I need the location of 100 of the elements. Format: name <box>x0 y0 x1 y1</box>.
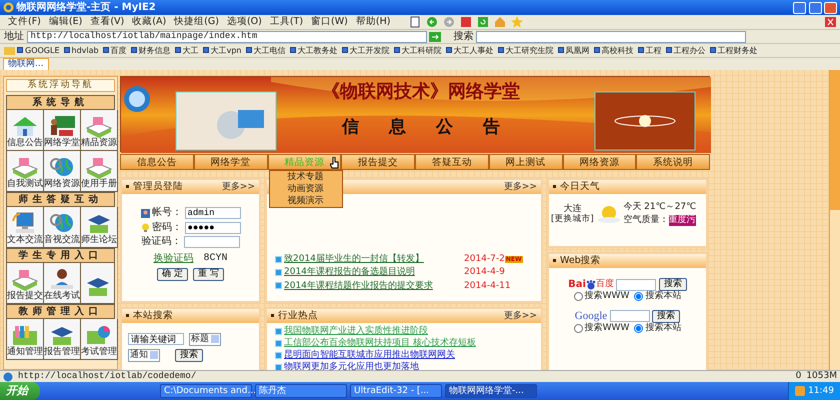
form-button[interactable]: 确 定 <box>157 268 188 280</box>
radio-button[interactable] <box>634 324 644 333</box>
captcha-link[interactable]: 换验证码 <box>153 253 194 265</box>
address-field[interactable]: http://localhost/iotlab/mainpage/index.htm <box>26 30 426 42</box>
nav-tile[interactable]: 使用手册 <box>81 150 118 192</box>
nav-tile[interactable]: 在线考试 <box>44 262 81 304</box>
news-link[interactable]: 我国物联网产业进入实质性推进阶段 <box>284 326 428 336</box>
forward-icon[interactable] <box>443 16 456 28</box>
go-icon[interactable] <box>429 32 441 42</box>
nav-tile[interactable]: 精品资源 <box>81 110 118 151</box>
news-link[interactable]: 2014年课程报告的备选题目说明 <box>284 267 454 278</box>
search-button[interactable]: 搜索 <box>652 310 680 323</box>
change-city-link[interactable]: [更换城市] <box>551 214 594 225</box>
link-item[interactable]: 大工开发院 <box>340 46 392 56</box>
link-item[interactable]: 大工电信 <box>244 46 288 56</box>
menu-item[interactable]: 收藏(A) <box>128 16 170 28</box>
link-item[interactable]: 高校科技 <box>592 46 636 56</box>
nav-tab[interactable]: 网上测试 <box>488 154 562 170</box>
search-button[interactable]: 搜索 <box>175 348 203 362</box>
news-link[interactable]: 物联网更加多元化应用也更加落地 <box>284 362 419 370</box>
input-field[interactable]: admin <box>184 207 240 219</box>
scrollbar[interactable] <box>829 70 840 370</box>
menu-item[interactable]: 快捷组(G) <box>170 16 223 28</box>
nav-tile[interactable]: 报告提交 <box>7 262 44 304</box>
nav-tile[interactable]: 通知管理 <box>7 318 44 360</box>
link-item[interactable]: GOOGLE <box>15 46 62 56</box>
link-item[interactable]: 工程办公 <box>664 46 708 56</box>
link-item[interactable]: 大工vpn <box>200 46 244 56</box>
more-link[interactable]: 更多>> <box>504 310 537 322</box>
field-select[interactable]: 标题 <box>189 333 221 346</box>
refresh-icon[interactable] <box>477 16 490 28</box>
nav-tab[interactable]: 信息公告 <box>120 154 194 170</box>
nav-tab[interactable]: 网络资源 <box>562 154 636 170</box>
news-link[interactable]: 致2014届毕业生的一封信【转发】 <box>284 254 454 265</box>
search-field[interactable] <box>616 278 656 290</box>
bullet-icon <box>275 282 282 290</box>
nav-tile[interactable]: 音视交流 <box>44 206 81 248</box>
menu-item[interactable]: 查看(V) <box>86 16 128 28</box>
close-button[interactable] <box>824 2 837 14</box>
menu-item[interactable]: 窗口(W) <box>307 16 352 28</box>
menu-item[interactable]: 编辑(E) <box>44 16 86 28</box>
search-field[interactable] <box>610 310 650 322</box>
page-icon[interactable] <box>409 16 422 28</box>
input-field[interactable] <box>184 236 240 248</box>
link-item[interactable]: 大工教务处 <box>288 46 340 56</box>
dropdown-item[interactable]: 视频演示 <box>270 195 342 207</box>
dropdown-item[interactable]: 动画资源 <box>270 183 342 195</box>
radio-button[interactable] <box>634 292 644 301</box>
link-item[interactable]: hdvlab <box>62 46 101 56</box>
nav-tile[interactable]: 网络资源 <box>44 150 81 192</box>
link-item[interactable]: 财务信息 <box>128 46 173 56</box>
link-item[interactable]: 凤凰网 <box>556 46 592 56</box>
search-button[interactable]: 搜索 <box>658 278 687 291</box>
taskbar-button[interactable]: UltraEdit-32 - [... <box>350 384 442 398</box>
link-item[interactable]: 大工研究生院 <box>496 46 556 56</box>
link-item[interactable]: 工程财务处 <box>708 46 760 56</box>
nav-tab[interactable]: 报告提交 <box>341 154 415 170</box>
back-icon[interactable] <box>426 16 438 28</box>
keyword-field[interactable]: 请输关键词 <box>128 333 184 346</box>
close-icon[interactable] <box>825 17 836 27</box>
search-field[interactable] <box>476 30 746 42</box>
menu-item[interactable]: 工具(T) <box>266 16 308 28</box>
link-item[interactable]: 大工科研院 <box>392 46 444 56</box>
nav-tile[interactable]: 自我测试 <box>7 150 44 192</box>
link-item[interactable]: 大工人事处 <box>444 46 496 56</box>
nav-tile[interactable]: 师生论坛 <box>81 206 118 248</box>
news-link[interactable]: 工信部公布百余物联网扶持项目 核心技术存短板 <box>284 338 476 348</box>
link-item[interactable]: 工程 <box>636 46 664 56</box>
nav-tile[interactable]: 信息公告 <box>7 110 44 151</box>
menu-item[interactable]: 文件(F) <box>4 16 45 28</box>
browser-tab[interactable]: 物联网... <box>3 58 49 70</box>
nav-tile[interactable]: 考试管理 <box>81 318 118 360</box>
star-icon[interactable] <box>511 16 524 28</box>
nav-tab[interactable]: 网络学堂 <box>194 154 268 170</box>
menu-item[interactable]: 选项(O) <box>222 16 266 28</box>
nav-tile[interactable] <box>81 262 115 304</box>
maximize-button[interactable] <box>808 2 822 14</box>
taskbar-button[interactable]: 物联网网络学堂-... <box>445 384 537 398</box>
minimize-button[interactable] <box>793 2 806 14</box>
link-item[interactable]: 大工 <box>172 46 201 56</box>
form-button[interactable]: 重 写 <box>193 268 224 280</box>
more-link[interactable]: 更多>> <box>222 182 255 192</box>
input-field[interactable]: ●●●●● <box>184 222 240 234</box>
scrollbar-thumb[interactable] <box>830 70 840 210</box>
radio-button[interactable] <box>574 324 583 333</box>
dropdown-item[interactable]: 技术专题 <box>270 171 342 183</box>
nav-tab[interactable]: 系统说明 <box>636 154 710 170</box>
taskbar-button[interactable]: 陈丹杰 <box>255 384 347 398</box>
stop-icon[interactable] <box>460 16 472 28</box>
news-link[interactable]: 昆明面向智能互联城市应用推出物联网网关 <box>284 350 455 360</box>
nav-tab[interactable]: 答疑互动 <box>415 154 489 170</box>
link-item[interactable]: 百度 <box>100 46 129 56</box>
radio-button[interactable] <box>574 292 583 301</box>
news-link[interactable]: 2014年课程结题作业报告的提交要求 <box>284 280 454 292</box>
nav-tile[interactable]: 网络学堂 <box>44 110 81 151</box>
more-link[interactable]: 更多>> <box>504 182 537 192</box>
type-select[interactable]: 通知 <box>128 348 160 362</box>
nav-tile[interactable]: 报告管理 <box>44 318 81 360</box>
menu-item[interactable]: 帮助(H) <box>352 16 394 28</box>
nav-tile[interactable]: 文本交流 <box>7 206 44 248</box>
